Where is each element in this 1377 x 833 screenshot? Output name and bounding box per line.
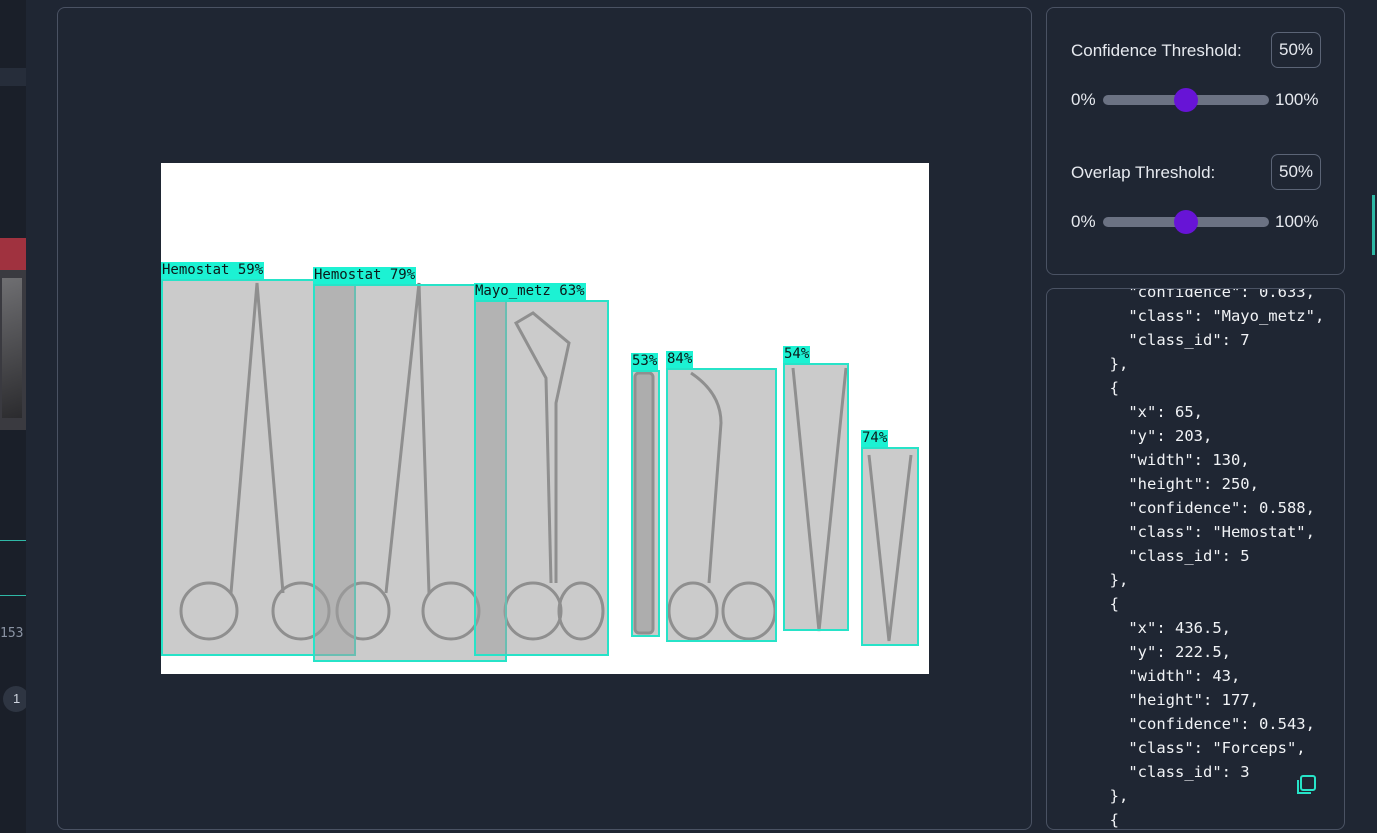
- background-thumbnail: [0, 238, 26, 430]
- json-line: "class": "Mayo_metz",: [1128, 307, 1325, 325]
- json-line: "width": 43,: [1128, 667, 1241, 685]
- detection-label: 84%: [666, 351, 694, 368]
- json-line: "class": "Hemostat",: [1128, 523, 1315, 541]
- overlap-max-label: 100%: [1275, 212, 1319, 231]
- detection-box[interactable]: [666, 368, 777, 642]
- json-line: "height": 177,: [1128, 691, 1259, 709]
- detection-box[interactable]: [631, 370, 660, 637]
- json-line: },: [1109, 571, 1129, 589]
- background-step-badge: 1: [3, 686, 26, 712]
- json-line: "class_id": 3: [1128, 763, 1250, 781]
- json-output-text: "confidence": 0.633, "class": "Mayo_metz…: [1091, 288, 1325, 829]
- json-line: "confidence": 0.588,: [1128, 499, 1315, 517]
- inference-image: Hemostat 59% Hemostat 79% Mayo_metz 63% …: [161, 163, 929, 674]
- threshold-controls: Confidence Threshold: 50% 0% 100% Overla…: [1046, 7, 1345, 275]
- json-line: {: [1109, 379, 1119, 397]
- detection-label: 74%: [861, 430, 889, 447]
- json-line: "class": "Forceps",: [1128, 739, 1306, 757]
- overlap-threshold-label: Overlap Threshold:: [1071, 163, 1216, 182]
- background-selected-row: [0, 540, 26, 596]
- detection-label: Hemostat 59%: [161, 262, 265, 279]
- confidence-max-label: 100%: [1275, 90, 1319, 109]
- confidence-threshold-value[interactable]: 50%: [1271, 32, 1321, 68]
- overlap-slider[interactable]: [1103, 210, 1269, 234]
- json-line: },: [1109, 787, 1129, 805]
- detection-label: Mayo_metz 63%: [474, 283, 586, 300]
- json-output-panel[interactable]: "confidence": 0.633, "class": "Mayo_metz…: [1046, 288, 1345, 830]
- json-line: "y": 222.5,: [1128, 643, 1231, 661]
- detection-label: Hemostat 79%: [313, 267, 417, 284]
- json-line: "width": 130,: [1128, 451, 1250, 469]
- background-toolbar: [0, 68, 26, 86]
- json-line: "height": 250,: [1128, 475, 1259, 493]
- json-line: "class_id": 7: [1128, 331, 1250, 349]
- copy-icon[interactable]: [1294, 773, 1318, 797]
- json-line: },: [1109, 355, 1129, 373]
- detection-box[interactable]: [861, 447, 919, 646]
- confidence-min-label: 0%: [1071, 90, 1096, 109]
- detection-label: 53%: [631, 353, 659, 370]
- background-row-number: 153: [0, 626, 24, 641]
- detection-label: 54%: [783, 346, 811, 363]
- detection-box[interactable]: [783, 363, 849, 631]
- detection-box[interactable]: [474, 300, 609, 656]
- confidence-slider[interactable]: [1103, 88, 1269, 112]
- confidence-threshold-label: Confidence Threshold:: [1071, 41, 1242, 60]
- overlap-threshold-value[interactable]: 50%: [1271, 154, 1321, 190]
- json-line: "x": 436.5,: [1128, 619, 1231, 637]
- background-app-strip: 153 1: [0, 0, 26, 833]
- confidence-slider-thumb[interactable]: [1174, 88, 1198, 112]
- scroll-indicator: [1372, 195, 1375, 255]
- json-line: "confidence": 0.633,: [1128, 288, 1315, 301]
- json-line: {: [1109, 811, 1119, 829]
- overlap-slider-thumb[interactable]: [1174, 210, 1198, 234]
- json-line: "class_id": 5: [1128, 547, 1250, 565]
- json-line: {: [1109, 595, 1119, 613]
- json-line: "confidence": 0.543,: [1128, 715, 1315, 733]
- json-line: "y": 203,: [1128, 427, 1213, 445]
- json-line: "x": 65,: [1128, 403, 1203, 421]
- overlap-min-label: 0%: [1071, 212, 1096, 231]
